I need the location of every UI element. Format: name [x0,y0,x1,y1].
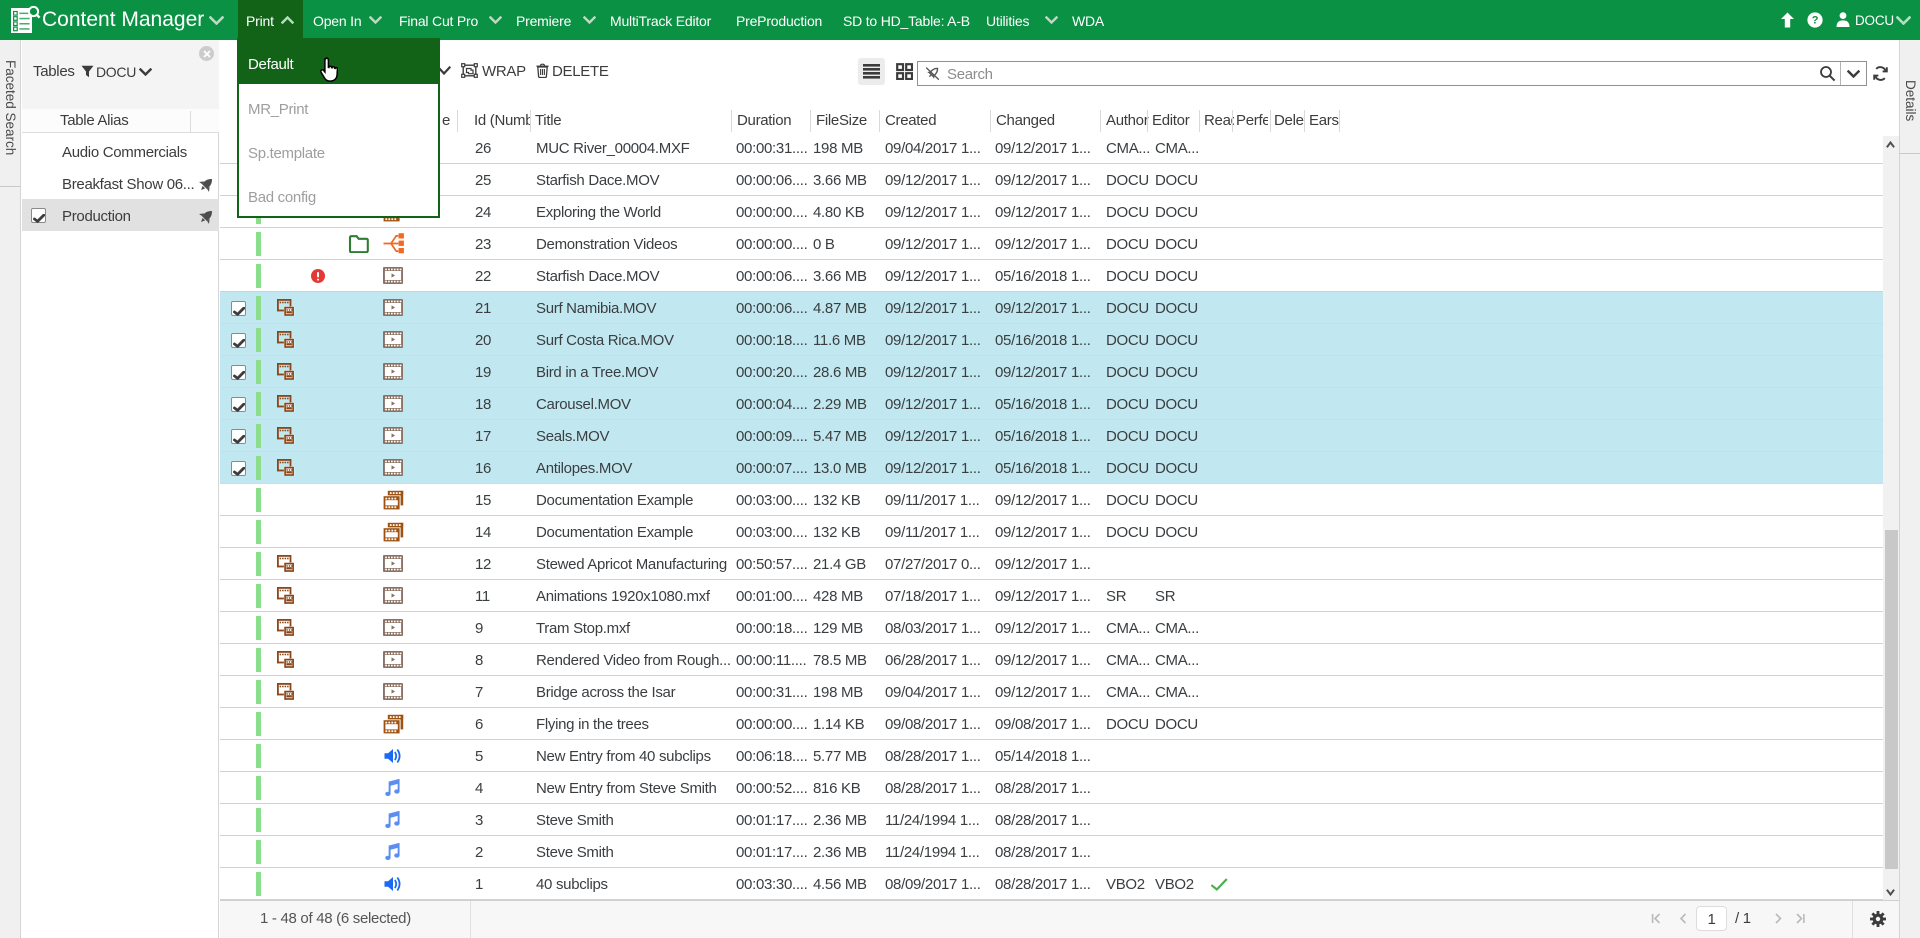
svg-text:?: ? [1812,15,1819,27]
